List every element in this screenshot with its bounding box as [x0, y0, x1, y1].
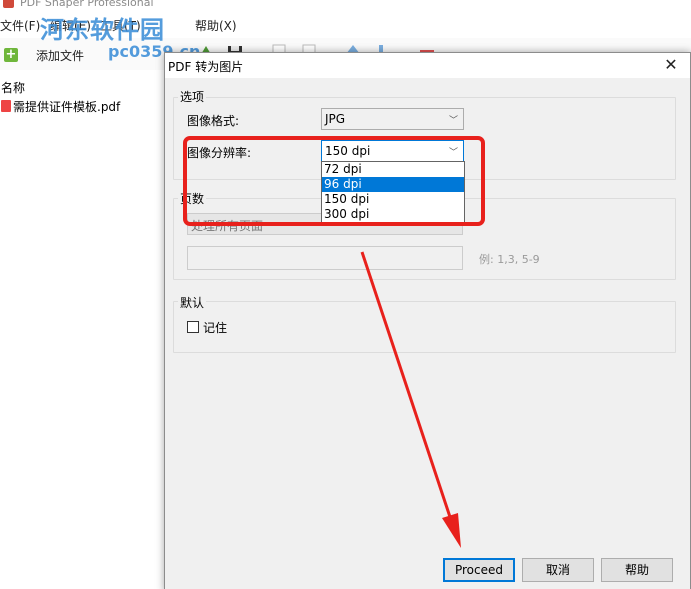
- pages-group-label: 页数: [178, 190, 207, 207]
- cancel-button[interactable]: 取消: [522, 558, 594, 582]
- add-file-button[interactable]: + 添加文件: [0, 42, 100, 66]
- file-row[interactable]: 需提供证件模板.pdf: [0, 97, 165, 115]
- proceed-button[interactable]: Proceed: [443, 558, 515, 582]
- format-value: JPG: [325, 112, 346, 126]
- resolution-dropdown-list: 72 dpi 96 dpi 150 dpi 300 dpi: [321, 161, 465, 223]
- menu-help[interactable]: 帮助(X): [195, 17, 237, 34]
- options-group-label: 选项: [178, 88, 207, 105]
- resolution-option[interactable]: 150 dpi: [322, 192, 464, 207]
- pdf-file-icon: [1, 100, 11, 112]
- menu-edit[interactable]: 编辑(E): [50, 17, 91, 34]
- pages-value: 处理所有页面: [191, 219, 264, 233]
- file-list: 名称 需提供证件模板.pdf: [0, 72, 165, 589]
- format-select[interactable]: JPG ﹀: [321, 108, 464, 130]
- page-range-example: 例: 1,3, 5-9: [479, 253, 540, 266]
- resolution-label: 图像分辨率:: [187, 146, 252, 160]
- menu-tools[interactable]: 工具(T): [100, 17, 141, 34]
- menubar: 文件(F) 编辑(E) 工具(T) 帮助(X): [0, 14, 300, 36]
- dialog-titlebar[interactable]: PDF 转为图片 ✕: [165, 53, 690, 78]
- chevron-down-icon: ﹀: [448, 116, 458, 126]
- pdf-to-image-dialog: PDF 转为图片 ✕ 选项 图像格式: JPG ﹀ 图像分辨率: 150 dpi…: [164, 52, 691, 589]
- resolution-select[interactable]: 150 dpi ﹀: [321, 140, 464, 162]
- menu-file[interactable]: 文件(F): [0, 17, 40, 34]
- add-icon: +: [4, 47, 18, 62]
- add-file-label: 添加文件: [36, 49, 85, 63]
- resolution-option[interactable]: 72 dpi: [322, 162, 464, 177]
- resolution-value: 150 dpi: [325, 144, 371, 158]
- file-name: 需提供证件模板.pdf: [13, 100, 121, 114]
- resolution-option-highlighted[interactable]: 96 dpi: [322, 177, 464, 192]
- remember-label: 记住: [203, 321, 228, 335]
- app-title: PDF Shaper Professional: [20, 0, 154, 9]
- dialog-title: PDF 转为图片: [168, 60, 244, 74]
- default-group-label: 默认: [178, 294, 207, 311]
- chevron-down-icon: ﹀: [448, 148, 458, 158]
- checkbox-box[interactable]: [187, 321, 199, 333]
- file-list-header[interactable]: 名称: [1, 79, 25, 96]
- format-label: 图像格式:: [187, 114, 240, 128]
- close-icon[interactable]: ✕: [660, 55, 682, 75]
- resolution-option[interactable]: 300 dpi: [322, 207, 464, 222]
- help-button[interactable]: 帮助: [601, 558, 673, 582]
- app-icon: [3, 0, 14, 8]
- remember-checkbox[interactable]: 记住: [187, 319, 267, 335]
- page-range-input[interactable]: [187, 246, 463, 270]
- app-titlebar: PDF Shaper Professional: [0, 0, 300, 10]
